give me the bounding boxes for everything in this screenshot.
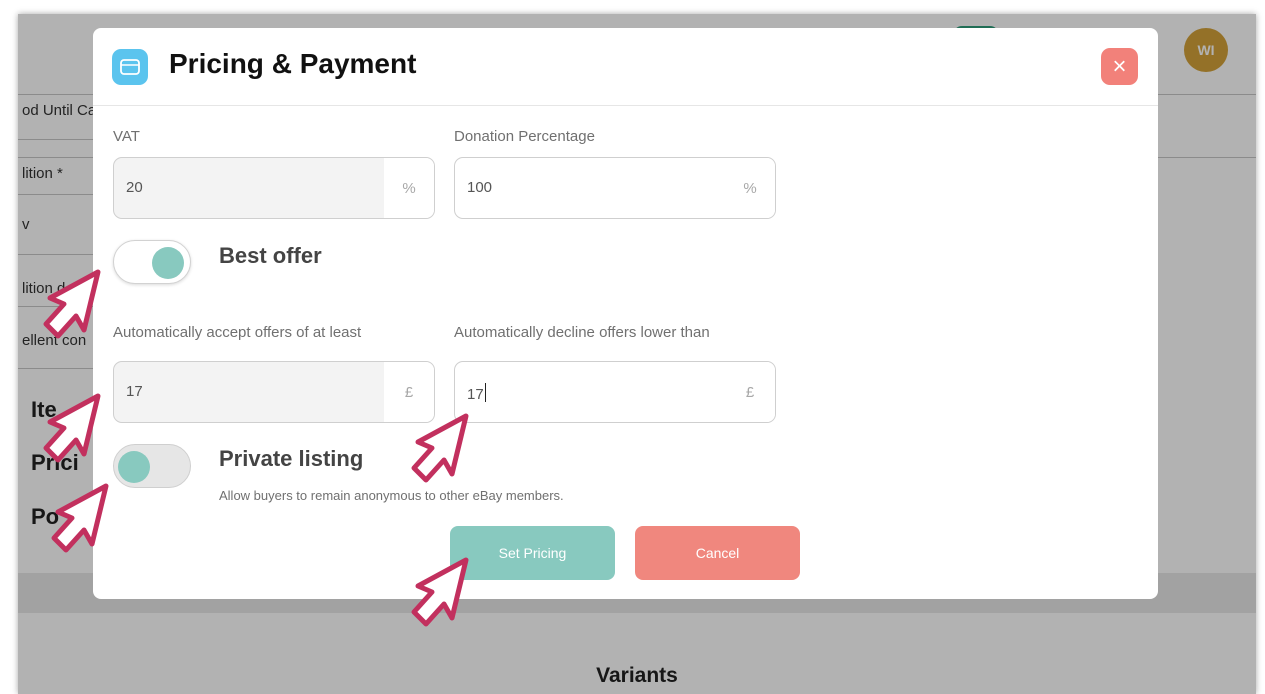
- pricing-payment-modal: Pricing & Payment × VAT 20 % Donation Pe…: [93, 28, 1158, 599]
- private-listing-label: Private listing: [219, 446, 364, 471]
- best-offer-toggle[interactable]: [113, 240, 191, 284]
- pound-unit: £: [725, 362, 775, 422]
- best-offer-label: Best offer: [219, 243, 322, 268]
- vat-value: 20: [126, 179, 143, 196]
- donation-percentage-label: Donation Percentage: [454, 128, 595, 145]
- accept-offers-value: 17: [126, 383, 143, 400]
- percent-unit: %: [725, 158, 775, 218]
- toggle-knob: [118, 451, 150, 483]
- modal-title: Pricing & Payment: [169, 48, 417, 79]
- decline-offers-value: 17: [467, 386, 484, 403]
- card-icon: [112, 49, 148, 85]
- accept-offers-label: Automatically accept offers of at least: [113, 324, 362, 341]
- pointer-cursor-icon: [51, 483, 109, 553]
- private-listing-description: Allow buyers to remain anonymous to othe…: [219, 488, 564, 503]
- private-listing-toggle[interactable]: [113, 444, 191, 488]
- set-pricing-button[interactable]: Set Pricing: [450, 526, 615, 580]
- decline-offers-input[interactable]: 17 £: [454, 361, 776, 423]
- vat-label: VAT: [113, 128, 140, 145]
- donation-percentage-input[interactable]: 100 %: [454, 157, 776, 219]
- pointer-cursor-icon: [411, 413, 469, 483]
- toggle-knob: [152, 247, 184, 279]
- close-icon: ×: [1112, 52, 1127, 80]
- pointer-cursor-icon: [43, 393, 101, 463]
- pointer-cursor-icon: [411, 557, 469, 627]
- vat-input[interactable]: 20 %: [113, 157, 435, 219]
- percent-unit: %: [384, 158, 434, 218]
- decline-offers-label: Automatically decline offers lower than: [454, 324, 710, 341]
- decline-offers-field-text: 17: [467, 383, 486, 403]
- close-button[interactable]: ×: [1101, 48, 1138, 85]
- text-caret: [484, 383, 486, 402]
- modal-header: Pricing & Payment ×: [93, 28, 1158, 106]
- pointer-cursor-icon: [43, 269, 101, 339]
- accept-offers-input[interactable]: 17 £: [113, 361, 435, 423]
- donation-value: 100: [467, 179, 493, 196]
- cancel-button[interactable]: Cancel: [635, 526, 800, 580]
